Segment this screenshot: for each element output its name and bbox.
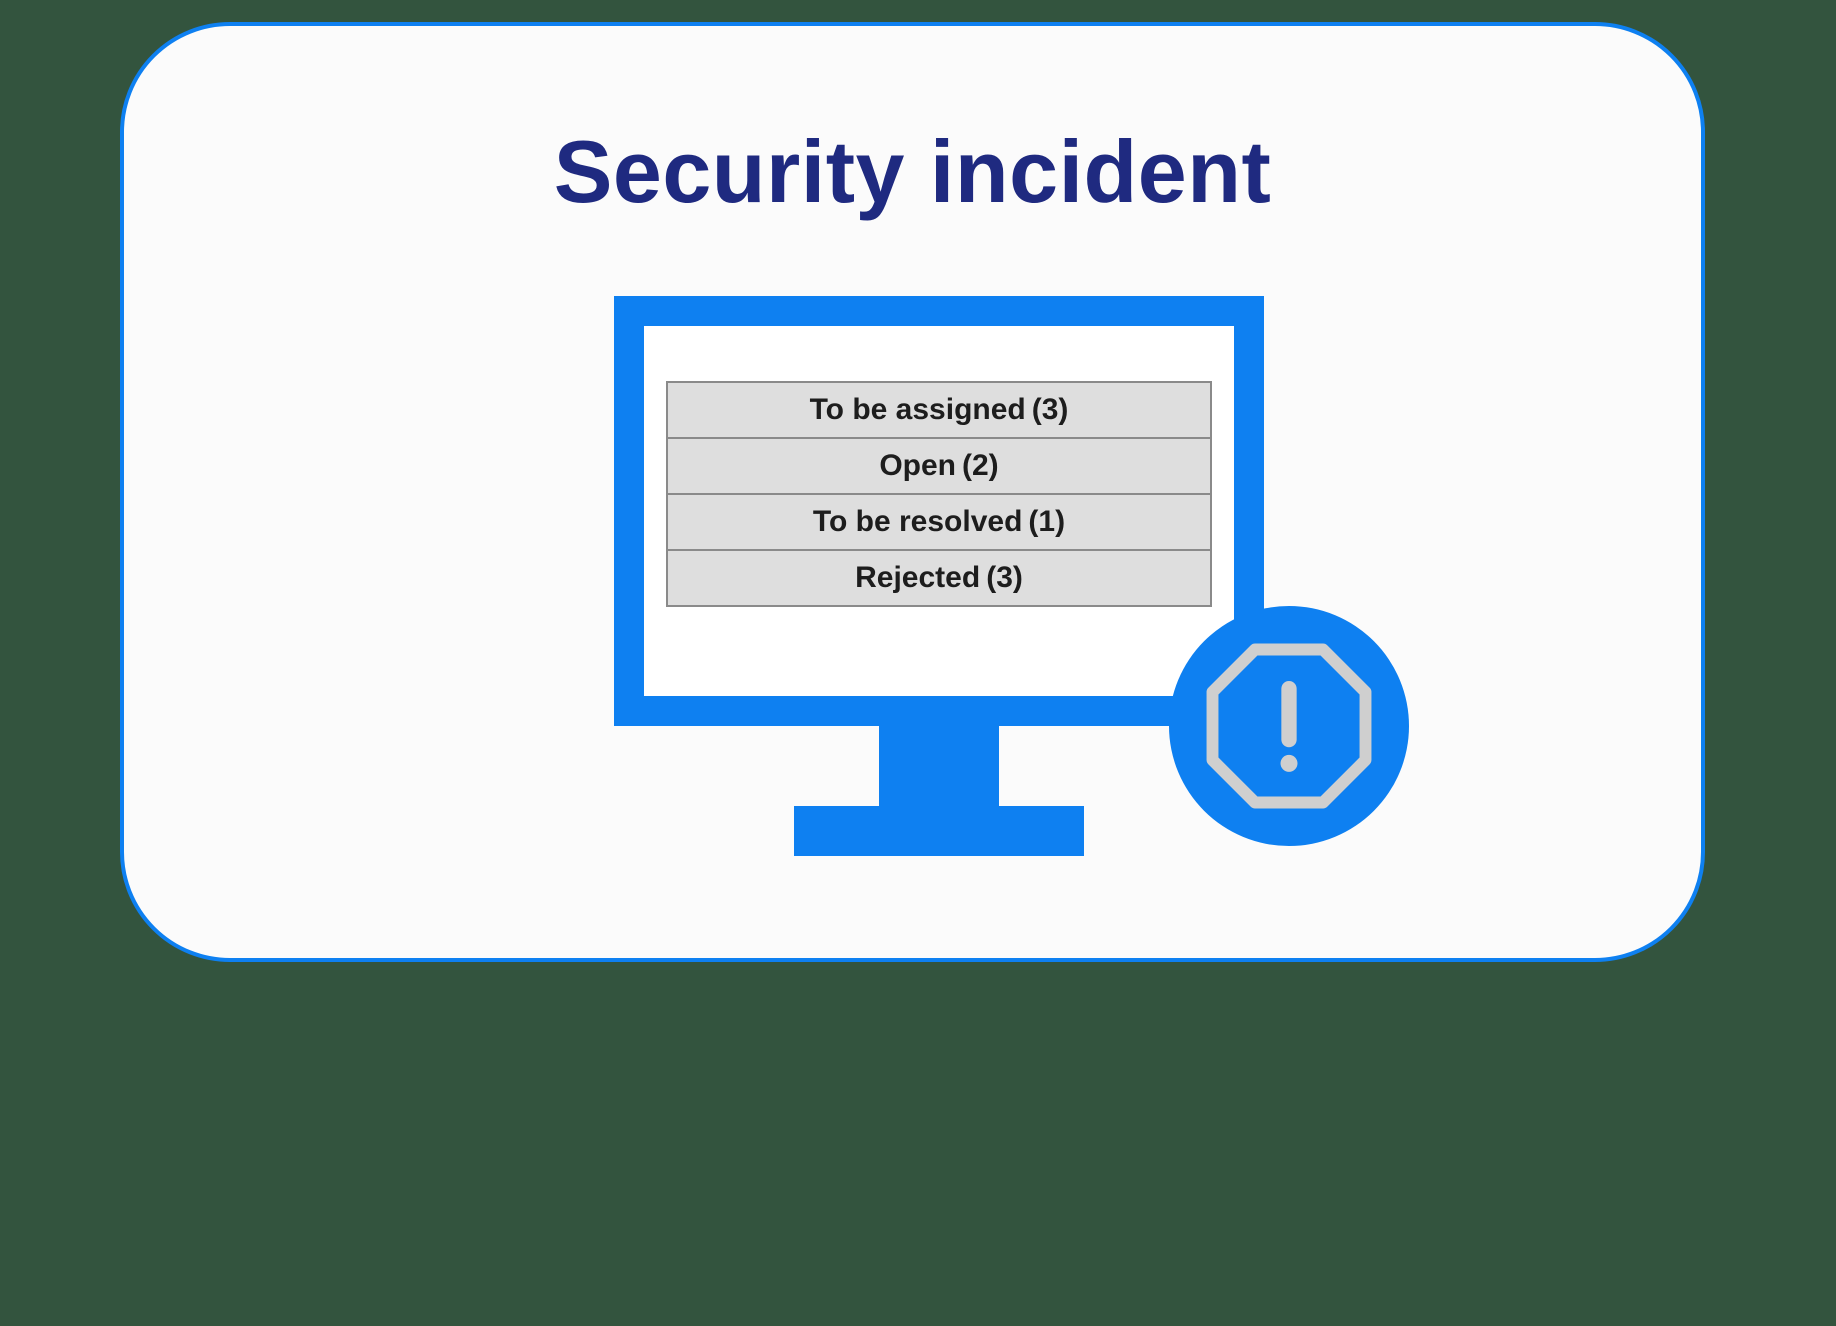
alert-octagon-icon xyxy=(1204,641,1374,811)
status-list: To be assigned 3 Open 2 To be resolved 1 xyxy=(666,381,1212,607)
status-count: 1 xyxy=(1028,505,1065,539)
monitor-base xyxy=(794,806,1084,856)
monitor-screen: To be assigned 3 Open 2 To be resolved 1 xyxy=(644,326,1234,696)
status-rejected[interactable]: Rejected 3 xyxy=(666,549,1212,607)
status-label: Rejected xyxy=(855,561,980,595)
alert-badge xyxy=(1169,606,1409,846)
security-incident-card: Security incident To be assigned 3 Open … xyxy=(120,22,1705,962)
status-count: 3 xyxy=(1032,393,1069,427)
page-stage: Security incident To be assigned 3 Open … xyxy=(0,0,1836,1326)
monitor-frame: To be assigned 3 Open 2 To be resolved 1 xyxy=(614,296,1264,726)
status-label: Open xyxy=(879,449,956,483)
monitor-neck xyxy=(879,726,999,806)
status-count: 2 xyxy=(962,449,999,483)
status-label: To be assigned xyxy=(810,393,1026,427)
status-count: 3 xyxy=(986,561,1023,595)
status-open[interactable]: Open 2 xyxy=(666,437,1212,495)
status-to-be-resolved[interactable]: To be resolved 1 xyxy=(666,493,1212,551)
status-to-be-assigned[interactable]: To be assigned 3 xyxy=(666,381,1212,439)
status-label: To be resolved xyxy=(813,505,1023,539)
card-title: Security incident xyxy=(124,121,1701,223)
monitor-icon: To be assigned 3 Open 2 To be resolved 1 xyxy=(614,296,1264,876)
